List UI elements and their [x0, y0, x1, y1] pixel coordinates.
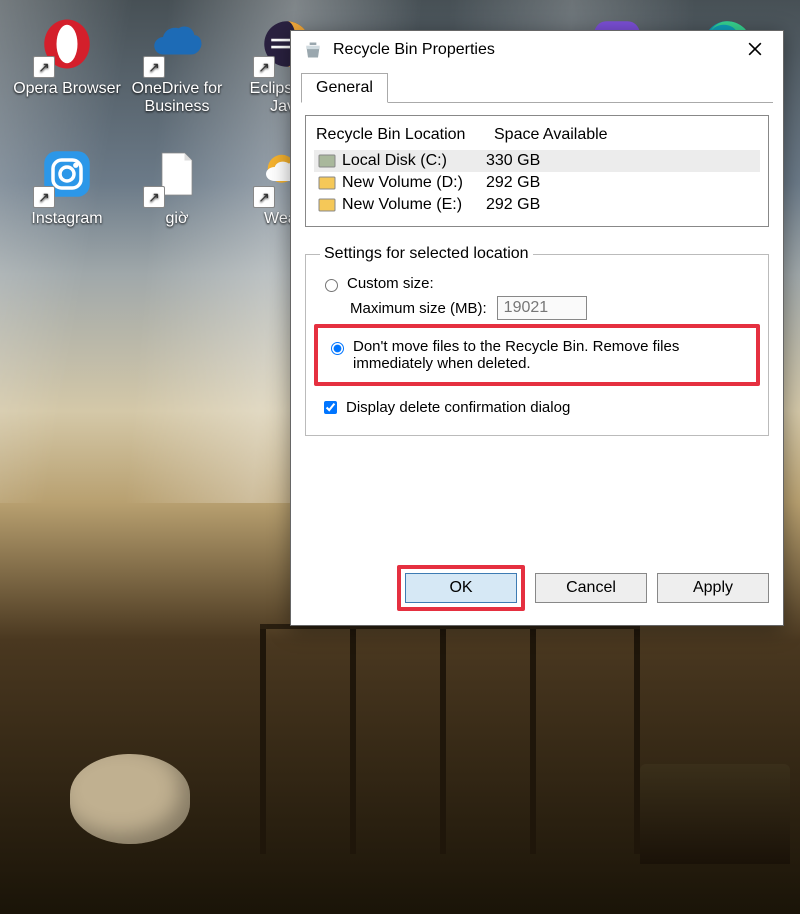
location-space: 292 GB	[486, 196, 760, 214]
tab-general[interactable]: General	[301, 73, 388, 103]
col-location-header: Recycle Bin Location	[316, 126, 494, 144]
location-name: New Volume (D:)	[342, 174, 463, 192]
desktop-icon-label: Instagram	[31, 210, 102, 228]
shortcut-arrow-icon: ↗	[33, 186, 55, 208]
desktop-icon-instagram[interactable]: ↗ Instagram	[12, 142, 122, 272]
dialog-title: Recycle Bin Properties	[333, 41, 735, 59]
desktop-icon-onedrive[interactable]: ↗OneDrive for Business	[122, 12, 232, 142]
settings-legend: Settings for selected location	[320, 245, 533, 263]
location-name: New Volume (E:)	[342, 196, 462, 214]
wallpaper-haybale	[70, 754, 190, 844]
wallpaper-vehicle	[640, 764, 790, 864]
recycle-bin-properties-dialog: Recycle Bin Properties General Recycle B…	[290, 30, 784, 626]
desktop-icon-label: OneDrive for Business	[122, 80, 232, 116]
location-row[interactable]: New Volume (E:) 292 GB	[314, 194, 760, 216]
tab-strip: General	[301, 73, 773, 103]
location-row[interactable]: New Volume (D:) 292 GB	[314, 172, 760, 194]
instagram-icon: ↗	[35, 142, 99, 206]
shortcut-arrow-icon: ↗	[253, 56, 275, 78]
col-space-header: Space Available	[494, 126, 760, 144]
recycle-bin-icon	[303, 40, 323, 60]
dialog-titlebar: Recycle Bin Properties	[291, 31, 783, 69]
location-space: 292 GB	[486, 174, 760, 192]
desktop-icon-label: Opera Browser	[13, 80, 121, 98]
shortcut-arrow-icon: ↗	[143, 186, 165, 208]
apply-button[interactable]: Apply	[657, 573, 769, 603]
onedrive-icon: ↗	[145, 12, 209, 76]
disk-icon	[318, 176, 336, 190]
shortcut-arrow-icon: ↗	[33, 56, 55, 78]
highlight-ok: OK	[397, 565, 525, 611]
settings-group: Settings for selected location Custom si…	[305, 245, 769, 436]
desktop-icon-opera[interactable]: ↗ Opera Browser	[12, 12, 122, 142]
max-size-input[interactable]	[497, 296, 587, 320]
location-space: 330 GB	[486, 152, 760, 170]
opera-icon: ↗	[35, 12, 99, 76]
shortcut-arrow-icon: ↗	[143, 56, 165, 78]
dont-move-radio-row[interactable]: Don't move files to the Recycle Bin. Rem…	[326, 338, 748, 372]
desktop-icon-textfile[interactable]: ↗giờ	[122, 142, 232, 272]
close-button[interactable]	[735, 36, 775, 65]
max-size-label: Maximum size (MB):	[350, 300, 487, 317]
dont-move-radio[interactable]	[331, 342, 344, 355]
disk-icon	[318, 198, 336, 212]
confirm-check-row[interactable]: Display delete confirmation dialog	[320, 398, 754, 417]
dont-move-label: Don't move files to the Recycle Bin. Rem…	[353, 338, 748, 372]
custom-size-label: Custom size:	[347, 275, 434, 292]
custom-size-radio-row[interactable]: Custom size:	[320, 275, 754, 292]
highlight-dont-move: Don't move files to the Recycle Bin. Rem…	[314, 324, 760, 386]
shortcut-arrow-icon: ↗	[253, 186, 275, 208]
desktop-icon-label: giờ	[166, 210, 189, 228]
confirm-label: Display delete confirmation dialog	[346, 399, 570, 416]
wallpaper-barn	[260, 624, 640, 854]
location-list: Recycle Bin Location Space Available Loc…	[305, 115, 769, 227]
custom-size-radio[interactable]	[325, 279, 338, 292]
location-row[interactable]: Local Disk (C:) 330 GB	[314, 150, 760, 172]
location-name: Local Disk (C:)	[342, 152, 447, 170]
ok-button[interactable]: OK	[405, 573, 517, 603]
textfile-icon: ↗	[145, 142, 209, 206]
confirm-checkbox[interactable]	[324, 401, 337, 414]
disk-icon	[318, 154, 336, 168]
cancel-button[interactable]: Cancel	[535, 573, 647, 603]
